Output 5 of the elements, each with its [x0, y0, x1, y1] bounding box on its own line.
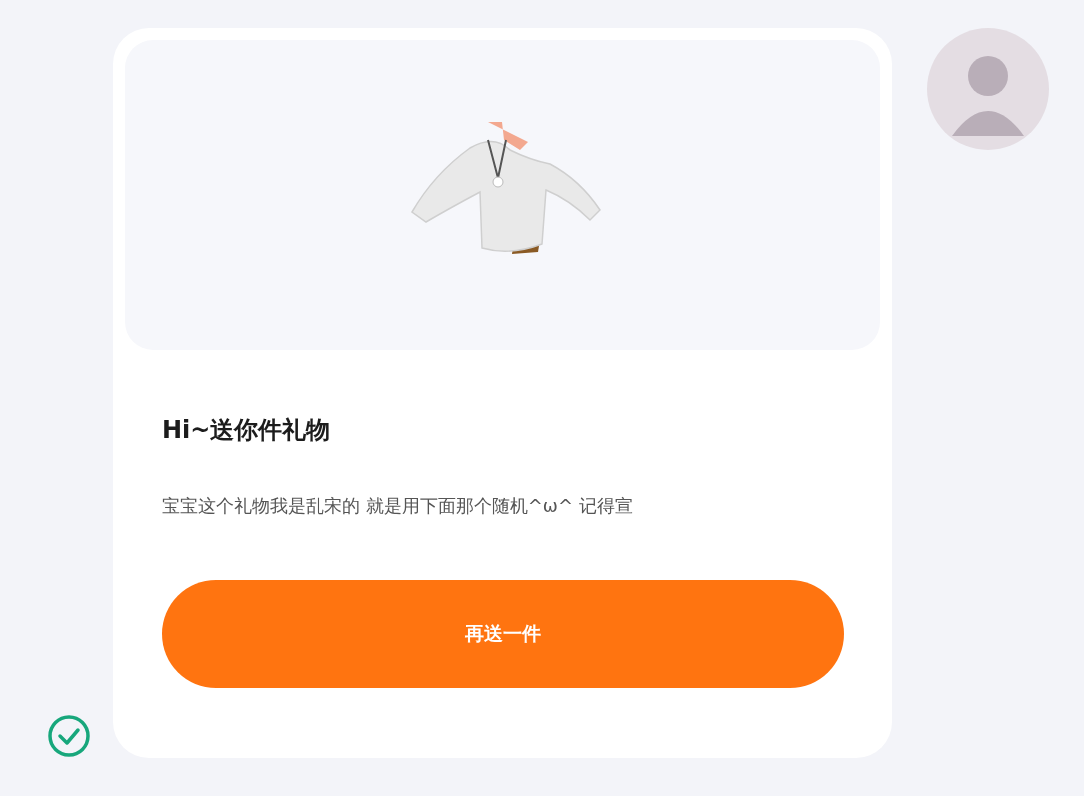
- send-another-button[interactable]: 再送一件: [162, 580, 844, 688]
- gift-title: Hi~送你件礼物: [162, 415, 332, 446]
- check-circle-icon: [46, 714, 91, 758]
- gift-message: 宝宝这个礼物我是乱宋的 就是用下面那个随机^ω^ 记得宣: [162, 494, 634, 518]
- avatar-icon[interactable]: [927, 28, 1049, 150]
